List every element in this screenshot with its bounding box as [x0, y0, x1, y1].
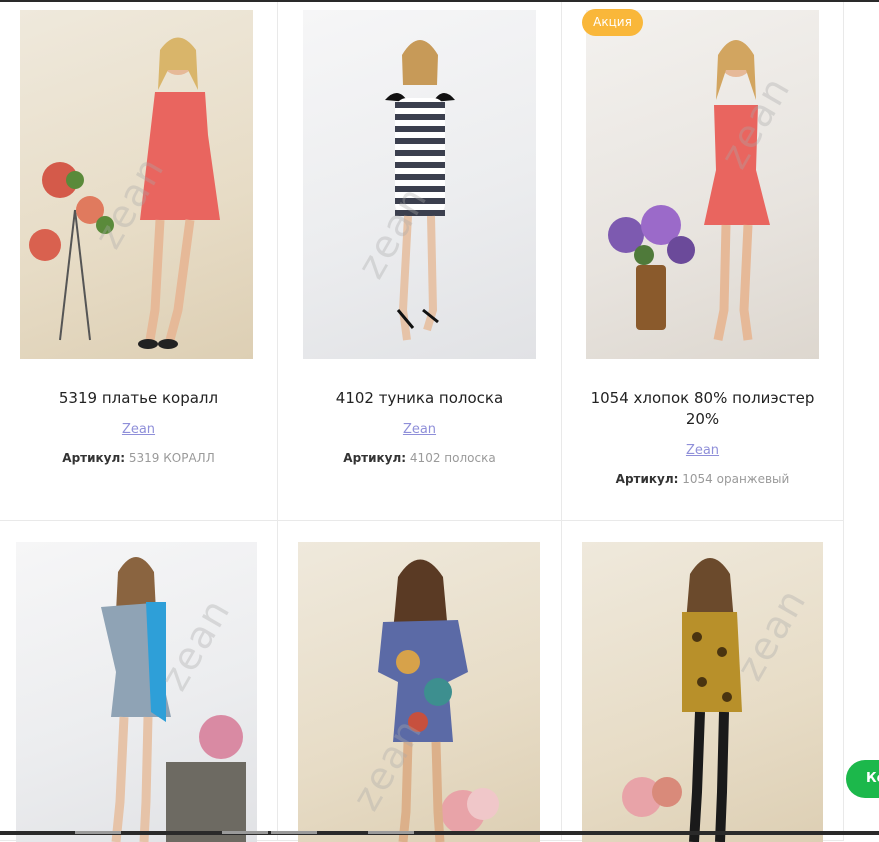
product-card[interactable]: zean 4102 туника полоска Zean Артикул: 4… [278, 2, 562, 521]
product-photo[interactable]: zean [298, 542, 540, 842]
sku-value: 4102 полоска [409, 451, 496, 465]
product-photo[interactable]: zean [16, 542, 257, 842]
product-brand-link[interactable]: Zean [278, 422, 561, 437]
product-photo[interactable]: zean [582, 542, 823, 842]
product-sku: Артикул: 4102 полоска [278, 451, 561, 465]
flower-stand [29, 162, 114, 341]
product-brand-link[interactable]: Zean [0, 422, 277, 437]
product-card[interactable]: zean [0, 521, 278, 842]
product-card[interactable]: zean Акция 1054 хлопок 80% полиэстер 20%… [562, 2, 844, 521]
sku-label: Артикул: [615, 472, 679, 486]
sku-label: Артикул: [62, 451, 126, 465]
product-title[interactable]: 1054 хлопок 80% полиэстер 20% [562, 388, 843, 430]
chat-button[interactable]: Ко [846, 760, 879, 798]
product-card[interactable]: zean 5319 платье коралл Zean Артикул: 53… [0, 2, 278, 521]
product-title[interactable]: 5319 платье коралл [0, 388, 277, 409]
sku-value: 5319 КОРАЛЛ [128, 451, 215, 465]
product-photo[interactable]: zean [586, 10, 819, 359]
flower-vase [608, 205, 695, 330]
sale-badge: Акция [582, 9, 643, 36]
model-figure [608, 40, 770, 341]
model-figure [385, 40, 455, 341]
product-sku: Артикул: 1054 оранжевый [562, 472, 843, 486]
product-sku: Артикул: 5319 КОРАЛЛ [0, 451, 277, 465]
bottom-bar [0, 831, 879, 835]
sku-label: Артикул: [343, 451, 407, 465]
product-card[interactable]: zean [278, 521, 562, 842]
product-card[interactable]: zean [562, 521, 844, 842]
scroll-marker [271, 831, 317, 834]
product-photo[interactable]: zean [303, 10, 536, 359]
product-brand-link[interactable]: Zean [562, 443, 843, 458]
scroll-marker [368, 831, 414, 834]
product-photo[interactable]: zean [20, 10, 253, 359]
model-figure [101, 557, 246, 842]
scroll-marker [222, 831, 268, 834]
model-figure [378, 559, 499, 842]
sku-value: 1054 оранжевый [682, 472, 790, 486]
product-title[interactable]: 4102 туника полоска [278, 388, 561, 409]
scroll-marker [75, 831, 121, 834]
